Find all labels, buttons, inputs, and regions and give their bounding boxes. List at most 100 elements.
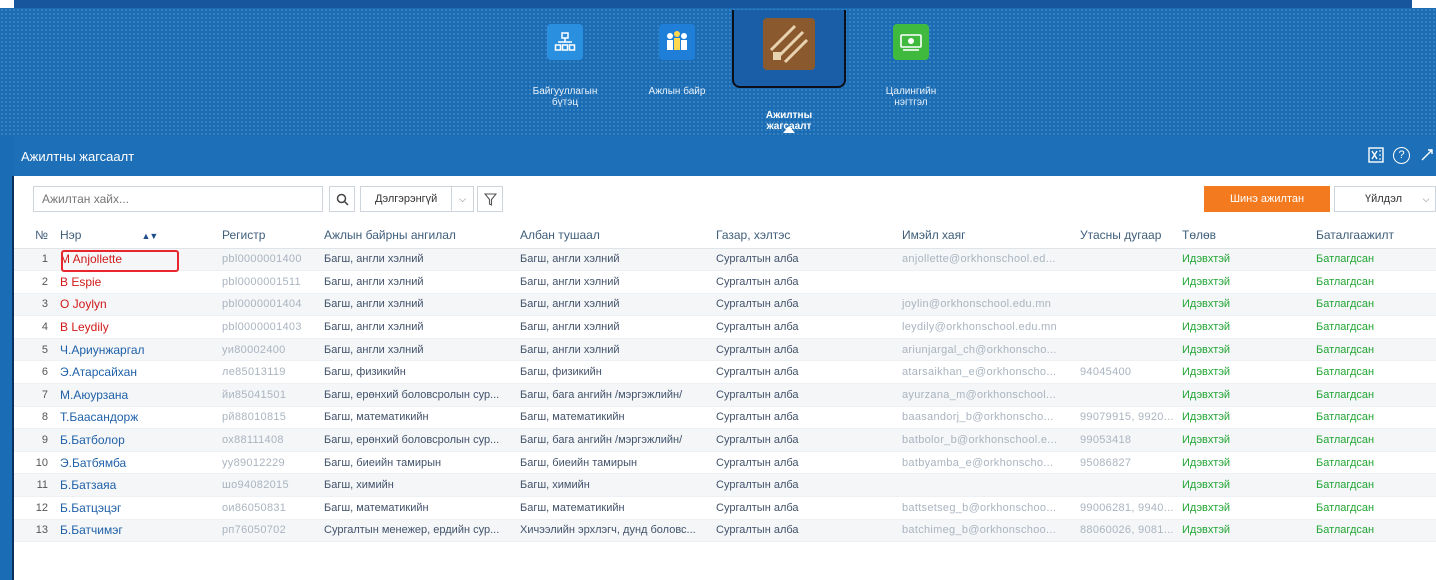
table-row[interactable]: 8 Т.Баасандорж рй88010815 Багш, математикий…	[14, 406, 1436, 430]
job-category: Багш, англи хэлний	[320, 315, 516, 339]
excel-export-icon[interactable]	[1367, 146, 1385, 164]
job-category: Багш, англи хэлний	[320, 270, 516, 294]
table-row[interactable]: 13 Б.Батчимэг рп76050702 Сургалтын менежер,…	[14, 519, 1436, 543]
col-header-status[interactable]: Төлөв	[1178, 222, 1312, 249]
phone-number: 88060026, 9081...	[1076, 519, 1178, 543]
verification-status: Батлагдсан	[1312, 406, 1436, 430]
department: Сургалтын алба	[712, 270, 898, 294]
table-row[interactable]: 1M Anjollette pbl0000001400 Багш, англи хэ…	[14, 248, 1436, 272]
status-badge: Идэвхтэй	[1178, 428, 1312, 452]
employee-name[interactable]: M Anjollette	[56, 248, 218, 272]
phone-number	[1076, 270, 1178, 294]
advanced-search-button[interactable]: Дэлгэрэнгүй ⌵	[360, 186, 474, 212]
help-icon[interactable]: ?	[1393, 146, 1410, 164]
table-row[interactable]: 3O Joylyn pbl0000001404 Багш, англи хэлний…	[14, 293, 1436, 317]
employee-name[interactable]: Ч.Ариунжаргал	[56, 338, 218, 362]
expand-icon[interactable]	[1418, 146, 1436, 164]
table-row[interactable]: 6 Э.Атарсайхан ле85013119 Багш, физикийн Баг…	[14, 360, 1436, 385]
nav-org-structure[interactable]: Байгууллагын бүтэц	[515, 14, 615, 130]
email-address: baasandorj_b@orkhonscho...	[898, 406, 1076, 430]
col-header-name[interactable]: Нэр ▲▼	[56, 222, 218, 249]
department: Сургалтын алба	[712, 451, 898, 475]
row-number: 2	[14, 270, 56, 294]
action-label: Үйлдэл	[1365, 193, 1403, 205]
panel-title: Ажилтны жагсаалт	[21, 149, 135, 164]
job-position: Багш, биеийн тамирын	[516, 451, 712, 475]
col-header-phone[interactable]: Утасны дугаар	[1076, 222, 1178, 249]
employee-name[interactable]: Б.Батболор	[56, 428, 218, 452]
employee-name[interactable]: Б.Батзаяа	[56, 473, 218, 498]
department: Сургалтын алба	[712, 360, 898, 385]
job-category: Багш, англи хэлний	[320, 293, 516, 317]
register-number: йи85041501	[218, 383, 320, 407]
table-row[interactable]: 10 Э.Батбямба уу89012229 Багш, биеийн тамир…	[14, 451, 1436, 475]
table-row[interactable]: 11 Б.Батзаяа шо94082015 Багш, химийн Багш, х…	[14, 473, 1436, 498]
verification-status: Батлагдсан	[1312, 248, 1436, 272]
job-category: Багш, англи хэлний	[320, 338, 516, 362]
status-badge: Идэвхтэй	[1178, 473, 1312, 498]
nav-payroll[interactable]: Цалингийн нэгтгэл	[861, 14, 961, 130]
email-address: leydily@orkhonschool.edu.mn	[898, 315, 1076, 339]
email-address: batbyamba_e@orkhonscho...	[898, 451, 1076, 475]
col-header-category[interactable]: Ажлын байрны ангилал	[320, 222, 516, 249]
verification-status: Батлагдсан	[1312, 293, 1436, 317]
panel-header: Ажилтны жагсаалт ?	[14, 136, 1436, 176]
job-category: Багш, физикийн	[320, 360, 516, 385]
nav-job-positions[interactable]: Ажлын байр	[627, 14, 727, 130]
department: Сургалтын алба	[712, 496, 898, 520]
row-number: 9	[14, 428, 56, 452]
employee-name[interactable]: Э.Атарсайхан	[56, 360, 218, 385]
col-header-position[interactable]: Албан тушаал	[516, 222, 712, 249]
active-caret	[783, 126, 795, 133]
table-row[interactable]: 7 М.Аюурзана йи85041501 Багш, ерөнхий болов…	[14, 383, 1436, 407]
job-positions-icon	[659, 24, 695, 60]
search-button[interactable]	[329, 186, 355, 212]
email-address: joylin@orkhonschool.edu.mn	[898, 293, 1076, 317]
status-badge: Идэвхтэй	[1178, 270, 1312, 294]
employee-name[interactable]: М.Аюурзана	[56, 383, 218, 407]
employee-name[interactable]: Б.Батчимэг	[56, 519, 218, 543]
employee-name[interactable]: Т.Баасандорж	[56, 406, 218, 430]
row-number: 4	[14, 315, 56, 339]
table-row[interactable]: 12 Б.Батцэцэг ои86050831 Багш, математикийн…	[14, 496, 1436, 520]
phone-number: 99006281, 9940...	[1076, 496, 1178, 520]
department: Сургалтын алба	[712, 383, 898, 407]
register-number: ои86050831	[218, 496, 320, 520]
employee-name[interactable]: B Leydily	[56, 315, 218, 339]
department: Сургалтын алба	[712, 473, 898, 498]
department: Сургалтын алба	[712, 519, 898, 543]
chevron-down-icon: ⌵	[1422, 193, 1430, 204]
sort-icon[interactable]: ▲▼	[141, 231, 158, 241]
col-header-register[interactable]: Регистр	[218, 222, 320, 249]
department: Сургалтын алба	[712, 406, 898, 430]
phone-number: 94045400	[1076, 360, 1178, 385]
status-badge: Идэвхтэй	[1178, 248, 1312, 272]
table-row[interactable]: 5 Ч.Ариунжаргал уи80002400 Багш, англи хэлн…	[14, 338, 1436, 362]
job-category: Багш, англи хэлний	[320, 248, 516, 272]
job-position: Багш, англи хэлний	[516, 315, 712, 339]
nav-employee-list[interactable]: Ажилтны жагсаалт	[732, 10, 846, 132]
department: Сургалтын алба	[712, 248, 898, 272]
col-header-verify[interactable]: Баталгаажилт	[1312, 222, 1436, 249]
new-employee-button[interactable]: Шинэ ажилтан	[1204, 186, 1330, 212]
col-header-dept[interactable]: Газар, хэлтэс	[712, 222, 898, 249]
employee-name[interactable]: Б.Батцэцэг	[56, 496, 218, 520]
email-address: anjollette@orkhonschool.ed...	[898, 248, 1076, 272]
job-position: Багш, англи хэлний	[516, 270, 712, 294]
employee-name[interactable]: Э.Батбямба	[56, 451, 218, 475]
col-header-no[interactable]: №	[14, 222, 56, 249]
search-input[interactable]	[33, 186, 323, 212]
org-structure-icon	[547, 24, 583, 60]
chevron-down-icon[interactable]: ⌵	[451, 187, 473, 211]
row-number: 10	[14, 451, 56, 475]
table-row[interactable]: 9 Б.Батболор ох88111408 Багш, ерөнхий болов…	[14, 428, 1436, 452]
table-row[interactable]: 2B Espie pbl0000001511 Багш, англи хэлний Б…	[14, 270, 1436, 294]
employee-name[interactable]: O Joylyn	[56, 293, 218, 317]
department: Сургалтын алба	[712, 293, 898, 317]
filter-icon	[483, 192, 497, 206]
action-dropdown[interactable]: Үйлдэл ⌵	[1334, 186, 1436, 212]
col-header-email[interactable]: Имэйл хаяг	[898, 222, 1076, 249]
filter-button[interactable]	[477, 186, 503, 212]
employee-name[interactable]: B Espie	[56, 270, 218, 294]
table-row[interactable]: 4B Leydily pbl0000001403 Багш, англи хэлни…	[14, 315, 1436, 339]
